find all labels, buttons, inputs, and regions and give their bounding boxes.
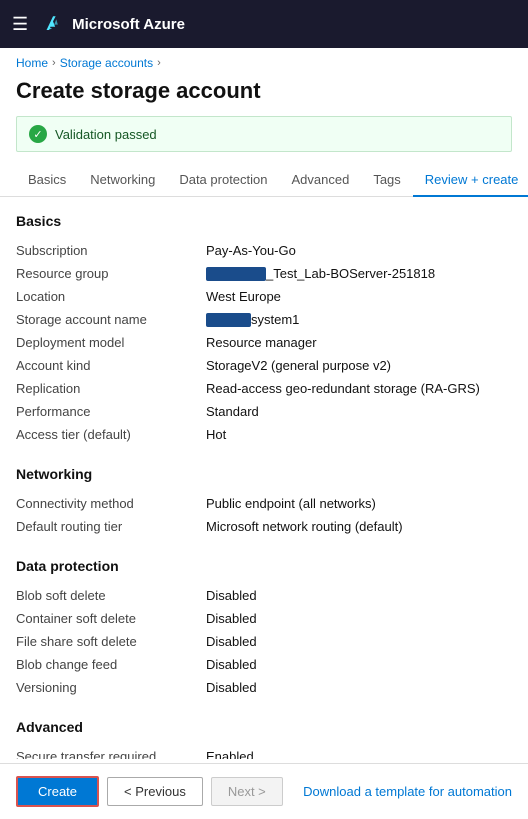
field-file-share-soft-delete: File share soft delete Disabled xyxy=(16,630,512,653)
topbar: ☰ Microsoft Azure xyxy=(0,0,528,48)
field-performance: Performance Standard xyxy=(16,400,512,423)
value-blob-soft-delete: Disabled xyxy=(206,588,512,603)
download-template-link[interactable]: Download a template for automation xyxy=(303,784,512,799)
tab-tags[interactable]: Tags xyxy=(361,164,412,197)
field-container-soft-delete: Container soft delete Disabled xyxy=(16,607,512,630)
field-subscription: Subscription Pay-As-You-Go xyxy=(16,239,512,262)
label-deployment-model: Deployment model xyxy=(16,335,206,350)
validation-message: Validation passed xyxy=(55,127,157,142)
section-networking-title: Networking xyxy=(16,466,512,482)
section-networking: Networking Connectivity method Public en… xyxy=(16,466,512,538)
label-replication: Replication xyxy=(16,381,206,396)
label-blob-change-feed: Blob change feed xyxy=(16,657,206,672)
scrollable-content: Home › Storage accounts › Create storage… xyxy=(0,48,528,759)
value-location: West Europe xyxy=(206,289,512,304)
page-title: Create storage account xyxy=(0,74,528,116)
label-location: Location xyxy=(16,289,206,304)
label-storage-account-name: Storage account name xyxy=(16,312,206,327)
section-basics-title: Basics xyxy=(16,213,512,229)
label-account-kind: Account kind xyxy=(16,358,206,373)
value-resource-group: _Test_Lab-BOServer-251818 xyxy=(206,266,512,281)
section-advanced-title: Advanced xyxy=(16,719,512,735)
azure-logo-icon xyxy=(40,12,64,36)
value-secure-transfer: Enabled xyxy=(206,749,512,759)
value-connectivity-method: Public endpoint (all networks) xyxy=(206,496,512,511)
hamburger-icon[interactable]: ☰ xyxy=(12,14,28,35)
breadcrumb-home[interactable]: Home xyxy=(16,56,48,70)
value-access-tier: Hot xyxy=(206,427,512,442)
previous-button[interactable]: < Previous xyxy=(107,777,203,806)
value-versioning: Disabled xyxy=(206,680,512,695)
value-deployment-model: Resource manager xyxy=(206,335,512,350)
label-blob-soft-delete: Blob soft delete xyxy=(16,588,206,603)
field-account-kind: Account kind StorageV2 (general purpose … xyxy=(16,354,512,377)
field-deployment-model: Deployment model Resource manager xyxy=(16,331,512,354)
section-data-protection-title: Data protection xyxy=(16,558,512,574)
label-file-share-soft-delete: File share soft delete xyxy=(16,634,206,649)
field-resource-group: Resource group _Test_Lab-BOServer-251818 xyxy=(16,262,512,285)
validation-banner: ✓ Validation passed xyxy=(16,116,512,152)
breadcrumb-sep-1: › xyxy=(52,57,56,69)
value-performance: Standard xyxy=(206,404,512,419)
value-subscription: Pay-As-You-Go xyxy=(206,243,512,258)
tab-advanced[interactable]: Advanced xyxy=(280,164,362,197)
redact-bar-san xyxy=(206,313,251,327)
value-file-share-soft-delete: Disabled xyxy=(206,634,512,649)
breadcrumb-storage-accounts[interactable]: Storage accounts xyxy=(60,56,153,70)
value-container-soft-delete: Disabled xyxy=(206,611,512,626)
field-blob-soft-delete: Blob soft delete Disabled xyxy=(16,584,512,607)
app-name: Microsoft Azure xyxy=(72,16,185,33)
section-data-protection: Data protection Blob soft delete Disable… xyxy=(16,558,512,699)
label-access-tier: Access tier (default) xyxy=(16,427,206,442)
validation-check-icon: ✓ xyxy=(29,125,47,143)
breadcrumb-sep-2: › xyxy=(157,57,161,69)
label-resource-group: Resource group xyxy=(16,266,206,281)
label-connectivity-method: Connectivity method xyxy=(16,496,206,511)
label-secure-transfer: Secure transfer required xyxy=(16,749,206,759)
value-blob-change-feed: Disabled xyxy=(206,657,512,672)
value-account-kind: StorageV2 (general purpose v2) xyxy=(206,358,512,373)
section-advanced: Advanced Secure transfer required Enable… xyxy=(16,719,512,759)
label-performance: Performance xyxy=(16,404,206,419)
label-subscription: Subscription xyxy=(16,243,206,258)
content-area: Basics Subscription Pay-As-You-Go Resour… xyxy=(0,197,528,759)
app-logo: Microsoft Azure xyxy=(40,12,185,36)
field-location: Location West Europe xyxy=(16,285,512,308)
next-button[interactable]: Next > xyxy=(211,777,283,806)
field-versioning: Versioning Disabled xyxy=(16,676,512,699)
field-replication: Replication Read-access geo-redundant st… xyxy=(16,377,512,400)
value-routing-tier: Microsoft network routing (default) xyxy=(206,519,512,534)
value-resource-group-suffix: _Test_Lab-BOServer-251818 xyxy=(266,266,435,281)
field-access-tier: Access tier (default) Hot xyxy=(16,423,512,446)
tab-networking[interactable]: Networking xyxy=(78,164,167,197)
tab-review-create[interactable]: Review + create xyxy=(413,164,528,197)
tab-basics[interactable]: Basics xyxy=(16,164,78,197)
field-routing-tier: Default routing tier Microsoft network r… xyxy=(16,515,512,538)
label-routing-tier: Default routing tier xyxy=(16,519,206,534)
label-versioning: Versioning xyxy=(16,680,206,695)
field-storage-account-name: Storage account name system1 xyxy=(16,308,512,331)
footer: Create < Previous Next > Download a temp… xyxy=(0,763,528,819)
value-replication: Read-access geo-redundant storage (RA-GR… xyxy=(206,381,512,396)
redact-bar-rg xyxy=(206,267,266,281)
field-secure-transfer: Secure transfer required Enabled xyxy=(16,745,512,759)
value-storage-account-name: system1 xyxy=(206,312,512,327)
label-container-soft-delete: Container soft delete xyxy=(16,611,206,626)
tab-data-protection[interactable]: Data protection xyxy=(167,164,279,197)
tabs-container: Basics Networking Data protection Advanc… xyxy=(0,164,528,197)
value-storage-account-suffix: system1 xyxy=(251,312,299,327)
field-connectivity-method: Connectivity method Public endpoint (all… xyxy=(16,492,512,515)
section-basics: Basics Subscription Pay-As-You-Go Resour… xyxy=(16,213,512,446)
field-blob-change-feed: Blob change feed Disabled xyxy=(16,653,512,676)
create-button[interactable]: Create xyxy=(16,776,99,807)
breadcrumb: Home › Storage accounts › xyxy=(0,48,528,74)
